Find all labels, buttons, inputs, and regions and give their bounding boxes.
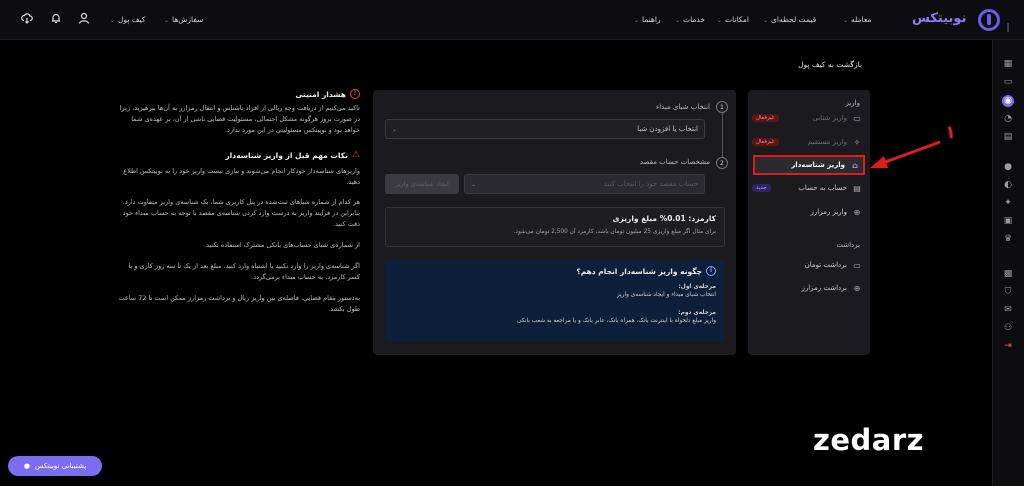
gift-icon[interactable]: ▣ [1002,215,1014,227]
fee-example: برای مثال اگر مبلغ واریزی 25 میلیون توما… [513,229,716,235]
collapse-icon[interactable]: ❘ [1002,22,1014,34]
chat-bubble-icon: ● [23,462,30,470]
nav-services[interactable]: خدمات⌄ [675,15,705,24]
chevron-down-icon: ⌄ [392,125,398,133]
bank-icon: ⌂ [852,160,858,170]
annotation-number: ۱ [945,122,956,143]
orders-icon[interactable]: ◔ [1002,113,1014,125]
menu-item-toman-withdraw[interactable]: ▭ برداشت تومان [752,257,862,273]
referral-icon[interactable]: ⚇ [1002,322,1014,334]
chevron-down-icon: ⌄ [471,180,477,188]
how-to-step-2: مرحله‌ی دوم: واریز مبلغ دلخواه با اینترن… [516,310,716,324]
how-to-title: i چگونه واریز شناسه‌دار انجام دهم؟ [393,266,716,276]
wallet-icon[interactable]: ▭ [1002,76,1014,88]
nav-help[interactable]: راهنما⌄ [634,15,661,24]
status-badge: غیرفعال [752,114,779,122]
mail-icon[interactable]: ✉ [1002,304,1014,316]
chevron-down-icon: ⌄ [717,17,723,24]
menu-item-account-transfer[interactable]: ▤ حساب به حساب جدید [752,180,862,196]
orders-menu[interactable]: سفارش‌ها⌄ [164,15,203,24]
download-circle-icon: ⊕ [853,207,861,217]
nav-prices[interactable]: قیمت لحظه‌ای⌄ [763,15,816,24]
alert-circle-icon: ! [350,89,360,99]
deposit-section-title: واریز [845,99,860,107]
status-badge: غیرفعال [752,138,779,146]
chevron-down-icon: ⌄ [675,17,681,24]
user-icon[interactable] [77,12,91,26]
chevron-down-icon: ⌄ [634,17,640,24]
withdraw-icon: ▭ [853,260,861,270]
globe-icon[interactable]: ● [1002,161,1014,173]
chevron-down-icon: ⌄ [164,17,170,24]
rocket-icon[interactable]: ✦ [1002,197,1014,209]
notification-bell-icon[interactable] [49,12,63,26]
card-icon: ▤ [853,183,861,193]
how-to-box: i چگونه واریز شناسه‌دار انجام دهم؟ مرحله… [385,260,724,342]
wallet-menu[interactable]: کیف پول⌄ [110,15,145,24]
menu-item-direct-deposit[interactable]: ✧ واریز مستقیم غیرفعال [752,134,862,150]
cloud-download-icon[interactable] [20,12,34,26]
nav-trade[interactable]: معامله⌄ [843,15,871,24]
new-badge: جدید [752,184,771,192]
deposit-icon: ▭ [853,113,861,123]
security-warning-text: تاکید می‌کنیم از دریافت وجه ریالی از افر… [119,104,360,134]
withdraw-section-title: برداشت [836,241,860,249]
info-icon: i [706,266,716,276]
logout-icon[interactable]: ⇥ [1002,340,1014,352]
menu-item-instant-deposit[interactable]: ▭ واریز شتابی غیرفعال [752,110,862,126]
how-to-step-1: مرحله‌ی اول: انتخاب شبای مبداء و ایجاد ش… [616,284,716,298]
deposit-withdraw-menu: واریز ▭ واریز شتابی غیرفعال ✧ واریز مستق… [748,90,870,355]
shield-icon[interactable]: ⛉ [1002,286,1014,298]
chevron-left-icon[interactable]: ‹ [850,59,854,69]
right-icon-rail: ❘ ▦ ▭ ◉ ◔ ▤ ● ◐ ✦ ▣ ♛ ▩ ⛉ ✉ ⚇ ⇥ [992,23,1024,486]
step-2-number: 2 [716,157,728,169]
create-deposit-id-button[interactable]: ایجاد شناسه‌ی واریز [385,174,459,194]
fee-info-box: کارمزد: 0.01% مبلغ واریزی برای مثال اگر … [385,207,725,247]
chart-icon[interactable]: ▤ [1002,131,1014,143]
watermark: zedarz [813,423,925,457]
destination-account-select[interactable]: حساب مقصد خود را انتخاب کنید ⌄ [464,174,705,194]
step-1-label: انتخاب شبای مبداء [655,103,710,111]
profile-icon[interactable]: ▩ [1002,268,1014,280]
menu-item-crypto-deposit[interactable]: ⊕ واریز رمزارز [752,204,862,220]
chevron-down-icon: ⌄ [763,17,769,24]
nav-features[interactable]: امکانات⌄ [717,15,749,24]
sparkle-icon: ✧ [853,137,861,147]
menu-item-id-deposit[interactable]: ⌂ واریز شناسه‌دار [753,155,865,175]
market-icon[interactable]: ◐ [1002,179,1014,191]
security-warning-heading: ! هشدار امنیتی [290,89,360,99]
tips-heading: ⚠ نکات مهم قبل از واریز شناسه‌دار [225,150,360,160]
crown-icon[interactable]: ♛ [1002,233,1014,245]
chevron-down-icon: ⌄ [843,17,849,24]
tip-4: اگر شناسه‌ی واریز را وارد نکنید یا اشتبا… [128,262,361,281]
deposit-active-icon[interactable]: ◉ [1002,95,1014,107]
dashboard-icon[interactable]: ▦ [1002,58,1014,70]
tip-1: واریزهای شناسه‌دار خودکار انجام می‌شوند … [123,167,360,186]
step-2-label: مشخصات حساب مقصد [639,158,710,166]
fee-title: کارمزد: 0.01% مبلغ واریزی [612,214,716,223]
nobitex-logo-icon[interactable] [978,9,1000,31]
step-1-number: 1 [716,101,728,113]
red-annotation-arrow [870,140,941,168]
menu-item-crypto-withdraw[interactable]: ⊕ برداشت رمزارز [752,280,862,296]
tip-3: از شماره‌ی شبای حساب‌های بانکی مشترک است… [204,241,360,249]
support-button[interactable]: پشتیبانی نوبیتکس ● [8,456,102,476]
source-iban-select[interactable]: انتخاب یا افزودن شبا ⌄ [385,119,705,139]
upload-circle-icon: ⊕ [853,283,861,293]
warning-triangle-icon: ⚠ [351,150,360,160]
tip-5: به‌دستور مقام قضایی، فاصله‌ی بین واریز ر… [118,294,360,313]
tip-2: هر کدام از شماره شباهای ثبت‌شده در پنل ک… [122,198,360,228]
logo-text[interactable]: نوبیتکس [912,11,966,26]
top-bar: نوبیتکس معامله⌄ قیمت لحظه‌ای⌄ امکانات⌄ خ… [0,0,1024,40]
chevron-down-icon: ⌄ [110,17,116,24]
step-connector [722,113,723,158]
